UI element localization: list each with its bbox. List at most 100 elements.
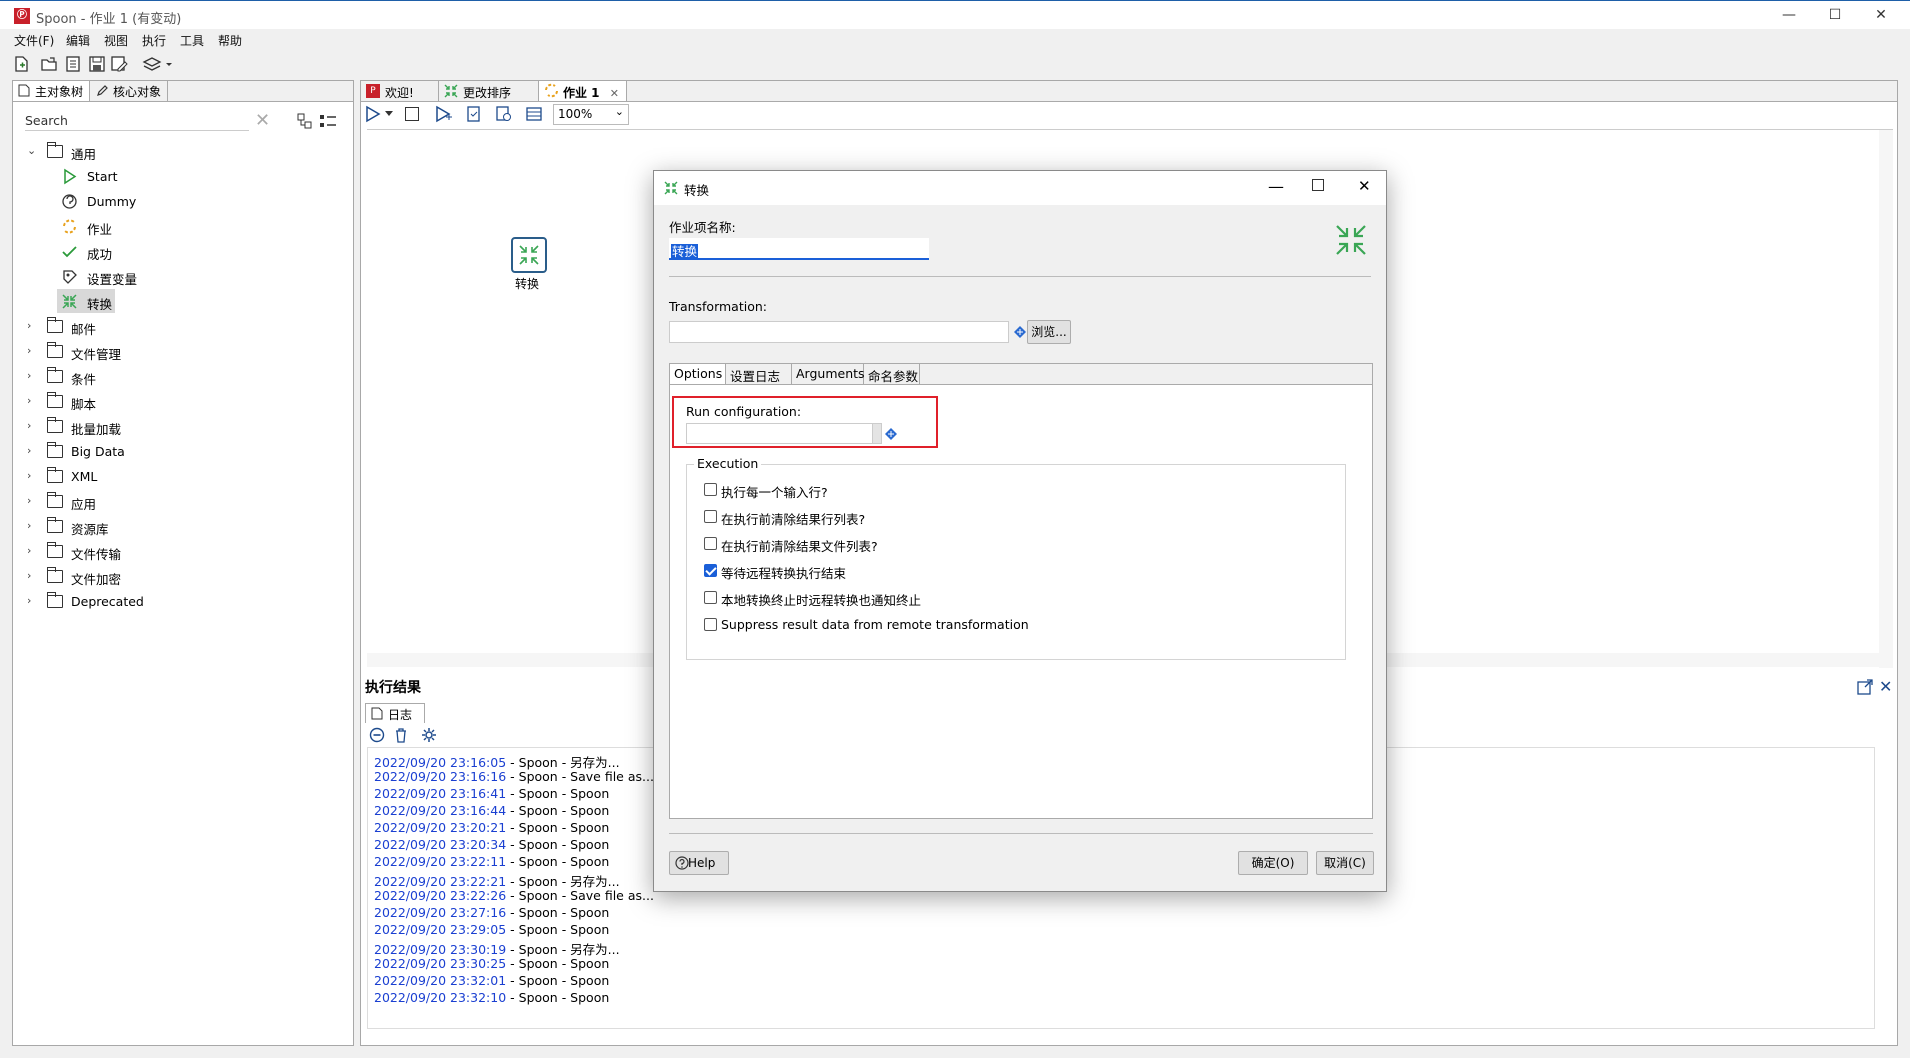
- checkbox[interactable]: [704, 618, 717, 631]
- dialog-minimize-button[interactable]: —: [1268, 177, 1284, 196]
- stop-icon[interactable]: [405, 107, 419, 121]
- variable-diamond-icon[interactable]: [884, 427, 898, 441]
- zoom-select[interactable]: 100% ⌄: [553, 104, 629, 125]
- tree-item-job[interactable]: 作业: [13, 214, 353, 239]
- close-tab-icon[interactable]: ✕: [610, 87, 619, 100]
- chevron-right-icon[interactable]: ›: [27, 369, 31, 382]
- tree-folder-conditions[interactable]: › 条件: [13, 364, 353, 389]
- tree-item-success[interactable]: 成功: [13, 239, 353, 264]
- help-button[interactable]: Help: [669, 851, 729, 875]
- chevron-right-icon[interactable]: ›: [27, 594, 31, 607]
- run-configuration-dropdown[interactable]: [872, 423, 882, 444]
- cancel-button[interactable]: 取消(C): [1316, 851, 1374, 875]
- chevron-right-icon[interactable]: ›: [27, 519, 31, 532]
- tab-logging[interactable]: 设置日志: [726, 364, 792, 384]
- tab-core-objects[interactable]: 核心对象: [91, 81, 169, 101]
- checkbox-clear-result-rows[interactable]: 在执行前清除结果行列表?: [704, 509, 865, 528]
- canvas-transformation-node[interactable]: [511, 237, 547, 273]
- tab-options[interactable]: Options: [670, 364, 726, 384]
- tree-item-set-variable[interactable]: 设置变量: [13, 264, 353, 289]
- tab-main-object-tree[interactable]: 主对象树: [13, 81, 91, 101]
- checkbox-wait-remote-finish[interactable]: 等待远程转换执行结束: [704, 563, 846, 582]
- layers-perspective-icon[interactable]: [142, 55, 176, 73]
- chevron-right-icon[interactable]: ›: [27, 419, 31, 432]
- save-as-icon[interactable]: [110, 55, 128, 73]
- checkbox-suppress-result-data[interactable]: Suppress result data from remote transfo…: [704, 617, 1029, 632]
- checkbox[interactable]: [704, 483, 717, 496]
- open-file-icon[interactable]: [40, 55, 58, 73]
- clear-log-icon[interactable]: [369, 727, 385, 743]
- tree-item-transformation[interactable]: 转换: [13, 289, 353, 314]
- checkbox-checked[interactable]: [704, 564, 717, 577]
- checkbox[interactable]: [704, 537, 717, 550]
- tree-folder-file-transfer[interactable]: › 文件传输: [13, 539, 353, 564]
- checkbox[interactable]: [704, 510, 717, 523]
- collapse-tree-icon[interactable]: [297, 113, 313, 129]
- dialog-close-button[interactable]: ✕: [1358, 177, 1371, 195]
- search-input[interactable]: Search: [25, 111, 249, 131]
- new-file-icon[interactable]: [12, 55, 30, 73]
- trash-icon[interactable]: [393, 727, 409, 743]
- tab-log[interactable]: 日志: [365, 703, 425, 723]
- expand-tree-icon[interactable]: [319, 113, 337, 129]
- tree-folder-mail[interactable]: › 邮件: [13, 314, 353, 339]
- run-icon[interactable]: [365, 105, 381, 123]
- transformation-path-input[interactable]: [669, 321, 1009, 343]
- menu-file[interactable]: 文件(F): [14, 32, 54, 49]
- tree-folder-general[interactable]: ⌄ 通用: [13, 139, 353, 164]
- chevron-right-icon[interactable]: ›: [27, 344, 31, 357]
- maximize-panel-icon[interactable]: [1857, 679, 1873, 695]
- close-panel-icon[interactable]: ✕: [1879, 677, 1892, 696]
- tab-change-sort[interactable]: 更改排序: [439, 81, 539, 101]
- chevron-right-icon[interactable]: ›: [27, 444, 31, 457]
- browse-button[interactable]: 浏览...: [1027, 320, 1071, 344]
- tree-folder-utility[interactable]: › 应用: [13, 489, 353, 514]
- sql-icon[interactable]: [525, 105, 543, 123]
- minimize-button[interactable]: —: [1766, 1, 1812, 30]
- menu-tools[interactable]: 工具: [180, 32, 204, 49]
- run-options-dropdown-icon[interactable]: [385, 111, 393, 117]
- menu-run[interactable]: 执行: [142, 32, 166, 49]
- tree-folder-file-management[interactable]: › 文件管理: [13, 339, 353, 364]
- maximize-button[interactable]: ☐: [1812, 1, 1858, 30]
- settings-gear-icon[interactable]: [421, 727, 437, 743]
- menu-view[interactable]: 视图: [104, 32, 128, 49]
- checkbox[interactable]: [704, 591, 717, 604]
- tab-welcome[interactable]: P 欢迎!: [361, 81, 439, 101]
- tree-folder-bulk-loading[interactable]: › 批量加载: [13, 414, 353, 439]
- dialog-maximize-button[interactable]: [1312, 179, 1324, 191]
- chevron-right-icon[interactable]: ›: [27, 469, 31, 482]
- tab-named-parameters[interactable]: 命名参数: [864, 364, 920, 384]
- menu-edit[interactable]: 编辑: [66, 32, 90, 49]
- tab-job-1[interactable]: 作业 1 ✕: [539, 81, 627, 101]
- preview-icon[interactable]: [435, 105, 453, 123]
- close-window-button[interactable]: ✕: [1858, 1, 1904, 30]
- chevron-right-icon[interactable]: ›: [27, 494, 31, 507]
- run-configuration-input[interactable]: [686, 423, 876, 444]
- chevron-down-icon[interactable]: ⌄: [27, 144, 36, 157]
- tree-folder-big-data[interactable]: › Big Data: [13, 439, 353, 464]
- checkbox-clear-result-files[interactable]: 在执行前清除结果文件列表?: [704, 536, 878, 555]
- tree-item-start[interactable]: Start: [13, 164, 353, 189]
- ok-button[interactable]: 确定(O): [1238, 851, 1308, 875]
- save-icon[interactable]: [88, 55, 106, 73]
- tree-folder-repository[interactable]: › 资源库: [13, 514, 353, 539]
- explore-repository-icon[interactable]: [64, 55, 82, 73]
- tree-folder-file-encryption[interactable]: › 文件加密: [13, 564, 353, 589]
- chevron-right-icon[interactable]: ›: [27, 569, 31, 582]
- chevron-right-icon[interactable]: ›: [27, 319, 31, 332]
- tree-folder-scripting[interactable]: › 脚本: [13, 389, 353, 414]
- tab-arguments[interactable]: Arguments: [792, 364, 865, 384]
- tree-folder-xml[interactable]: › XML: [13, 464, 353, 489]
- menu-help[interactable]: 帮助: [218, 32, 242, 49]
- variable-diamond-icon[interactable]: [1013, 325, 1027, 339]
- chevron-right-icon[interactable]: ›: [27, 544, 31, 557]
- job-entry-name-input[interactable]: 转换: [669, 238, 929, 260]
- checkbox-execute-every-row[interactable]: 执行每一个输入行?: [704, 482, 828, 501]
- analyze-icon[interactable]: [495, 105, 513, 123]
- check-icon[interactable]: [465, 105, 483, 123]
- tree-folder-deprecated[interactable]: › Deprecated: [13, 589, 353, 614]
- chevron-right-icon[interactable]: ›: [27, 394, 31, 407]
- clear-search-icon[interactable]: ✕: [255, 111, 270, 131]
- canvas-vertical-scrollbar[interactable]: [1879, 130, 1893, 668]
